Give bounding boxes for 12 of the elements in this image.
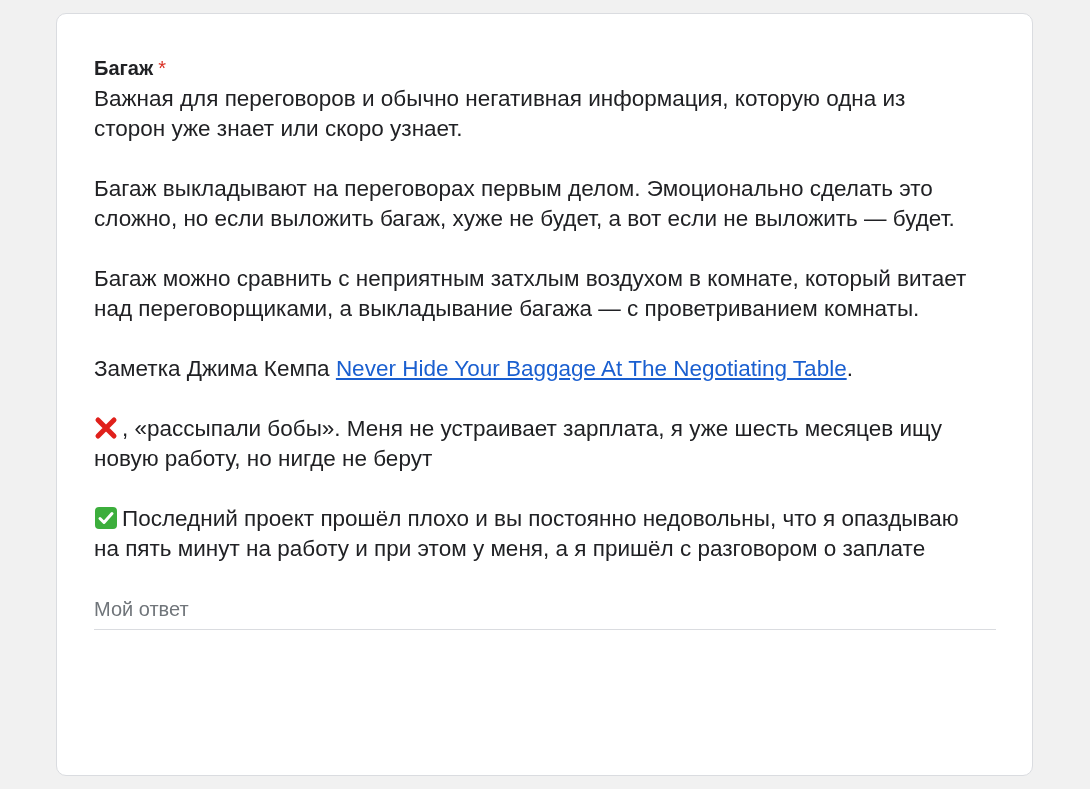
- paragraph: Багаж можно сравнить с неприятным затхлым воздухом в комнате, который витает над переговорщиками, а выкладывание багажа — с проветриванием комнаты.: [94, 265, 968, 323]
- answer-field[interactable]: Мой ответ: [94, 598, 996, 630]
- question-title: Багаж: [94, 56, 154, 81]
- paragraph: Последний проект прошёл плохо и вы постоянно недовольны, что я опаздываю на пять минут на работу и при этом у меня, а я пришёл с разговором о заплате: [94, 505, 960, 563]
- paragraph: Важная для переговоров и обычно негативная информация, которую одна из сторон уже знает или скоро узнает.: [94, 85, 907, 143]
- check-icon: [94, 506, 118, 530]
- article-link[interactable]: Never Hide Your Baggage At The Negotiating Table: [335, 356, 847, 381]
- paragraph: Заметка Джима Кемпа Never Hide Your Baggage At The Negotiating Table.: [94, 355, 854, 383]
- cross-icon: [94, 416, 118, 440]
- required-mark: *: [158, 56, 166, 81]
- paragraph: Багаж выкладывают на переговорах первым делом. Эмоционально сделать это сложно, но если выложить багаж, хуже не будет, а вот если не выложить — будет.: [94, 175, 956, 233]
- paragraph: , «рассыпали бобы». Меня не устраивает зарплата, я уже шесть месяцев ищу новую работу, но нигде не берут: [94, 415, 944, 473]
